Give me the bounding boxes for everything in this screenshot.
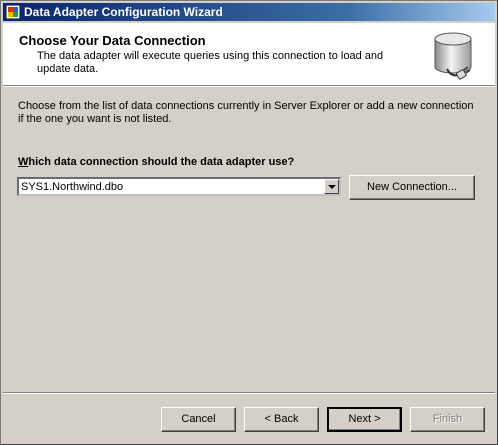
wizard-header: Choose Your Data Connection The data ada… xyxy=(3,23,495,86)
connection-selected-value: SYS1.Northwind.dbo xyxy=(21,181,124,193)
next-label: Next > xyxy=(348,413,381,425)
app-icon xyxy=(6,5,20,19)
back-label: < Back xyxy=(264,413,299,425)
connection-combobox[interactable]: SYS1.Northwind.dbo xyxy=(17,177,341,196)
footer-separator-light xyxy=(3,393,495,394)
connection-question-label: Which data connection should the data ad… xyxy=(18,156,294,168)
finish-label: Finish xyxy=(432,413,463,425)
chevron-down-icon[interactable] xyxy=(324,179,339,194)
page-title: Choose Your Data Connection xyxy=(19,33,206,48)
title-bar[interactable]: Data Adapter Configuration Wizard xyxy=(3,3,495,21)
finish-button[interactable]: Finish xyxy=(410,407,485,432)
cancel-button[interactable]: Cancel xyxy=(161,407,236,432)
database-plug-icon xyxy=(434,32,472,80)
window-title: Data Adapter Configuration Wizard xyxy=(24,5,223,19)
new-connection-button[interactable]: New Connection... xyxy=(349,175,475,200)
back-button[interactable]: < Back xyxy=(244,407,319,432)
next-button[interactable]: Next > xyxy=(327,407,402,432)
wizard-window: Data Adapter Configuration Wizard Choose… xyxy=(0,0,498,445)
question-text: hich data connection should the data ada… xyxy=(28,156,295,168)
page-subtitle: The data adapter will execute queries us… xyxy=(37,50,384,75)
intro-text: Choose from the list of data connections… xyxy=(18,100,474,125)
cancel-label: Cancel xyxy=(181,413,216,425)
header-separator xyxy=(3,86,495,87)
question-mnemonic: W xyxy=(18,156,29,168)
new-connection-label: New Connection... xyxy=(367,181,457,193)
